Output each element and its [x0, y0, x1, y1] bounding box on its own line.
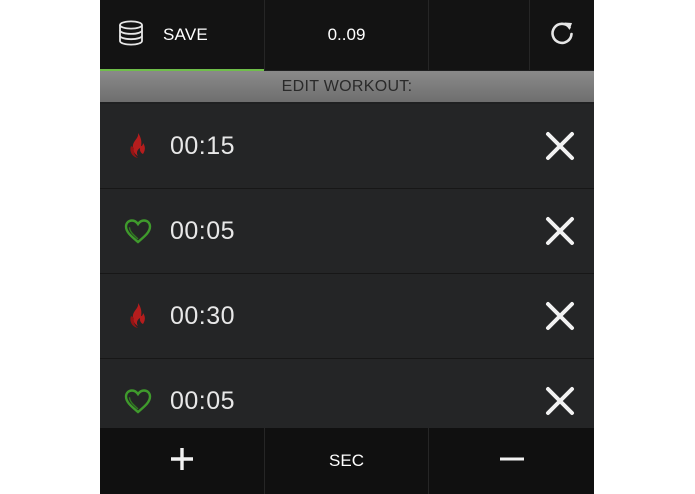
- heart-icon: [124, 217, 152, 245]
- interval-row: 00:15: [100, 104, 594, 189]
- database-icon: [117, 19, 145, 52]
- flame-icon: [124, 302, 152, 330]
- close-icon[interactable]: [540, 126, 580, 166]
- interval-time[interactable]: 00:05: [170, 217, 235, 246]
- flame-icon: [124, 132, 152, 160]
- add-button[interactable]: [100, 428, 264, 494]
- refresh-icon: [549, 20, 575, 51]
- save-label: SAVE: [163, 25, 208, 44]
- interval-time[interactable]: 00:15: [170, 132, 235, 161]
- unit-toggle-button[interactable]: SEC: [265, 428, 428, 494]
- close-icon[interactable]: [540, 381, 580, 421]
- workout-editor: SAVE 0..09 EDIT WORKOUT: 00:15 00:05 00:…: [100, 0, 594, 494]
- interval-row: 00:05: [100, 189, 594, 274]
- minus-icon: [499, 446, 525, 477]
- interval-time[interactable]: 00:30: [170, 302, 235, 331]
- interval-row: 00:30: [100, 274, 594, 359]
- close-icon[interactable]: [540, 296, 580, 336]
- toolbar-empty-slot: [429, 0, 529, 70]
- interval-list: 00:15 00:05 00:30 00:05: [100, 104, 594, 428]
- close-icon[interactable]: [540, 211, 580, 251]
- time-display: 0..09: [327, 25, 366, 44]
- subtract-button[interactable]: [429, 428, 594, 494]
- heart-icon: [124, 387, 152, 415]
- interval-row: 00:05: [100, 359, 594, 428]
- section-header: EDIT WORKOUT:: [100, 71, 594, 102]
- interval-time[interactable]: 00:05: [170, 387, 235, 416]
- bottom-toolbar: SEC: [100, 428, 594, 494]
- save-button[interactable]: SAVE: [100, 0, 264, 70]
- reset-button[interactable]: [530, 0, 594, 70]
- top-toolbar: SAVE 0..09: [100, 0, 594, 71]
- plus-icon: [169, 446, 195, 477]
